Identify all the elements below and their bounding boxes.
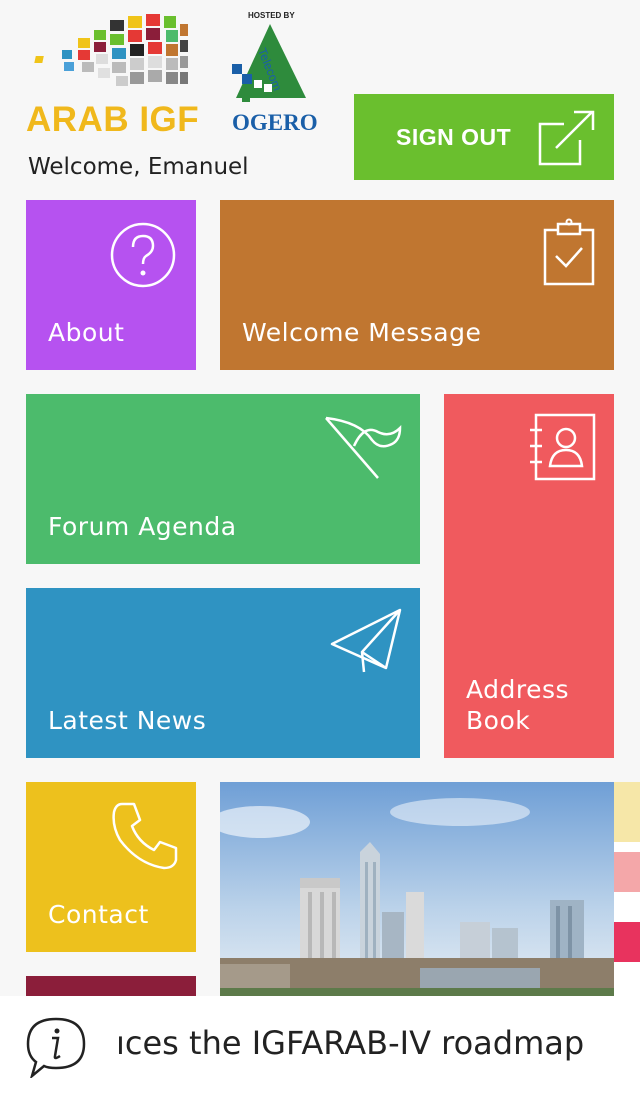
contact-tile[interactable]: Contact (26, 782, 196, 952)
ogero-logo: HOSTED BY Telecom OGERO (228, 8, 320, 138)
news-ticker[interactable]: ıces the IGFARAB-IV roadmap (0, 996, 640, 1096)
city-skyline-photo-tile[interactable] (220, 782, 614, 996)
sign-out-button[interactable]: SIGN OUT (354, 94, 614, 180)
clipboard-check-icon (543, 218, 595, 286)
phone-icon (112, 802, 178, 870)
sign-out-label: SIGN OUT (396, 124, 512, 150)
about-tile[interactable]: About (26, 200, 196, 370)
contact-card-icon (530, 413, 596, 481)
arab-igf-logo-text: ARAB IGF (26, 100, 200, 139)
address-book-tile[interactable]: Address Book (444, 394, 614, 758)
welcome-message-label: Welcome Message (242, 318, 482, 347)
address-book-label: Address Book (466, 674, 569, 736)
extra-tile-peek[interactable] (26, 976, 196, 996)
welcome-text: Welcome, Emanuel (28, 154, 249, 180)
ticker-text: ıces the IGFARAB-IV roadmap (116, 1024, 585, 1062)
latest-news-tile[interactable]: Latest News (26, 588, 420, 758)
question-mark-icon (110, 222, 176, 288)
arab-igf-logo: ARAB IGF (26, 8, 216, 140)
forum-agenda-tile[interactable]: Forum Agenda (26, 394, 420, 564)
about-label: About (48, 318, 125, 347)
contact-label: Contact (48, 900, 149, 929)
next-tile-peek (614, 782, 640, 996)
flag-icon (325, 416, 402, 479)
address-book-label-line1: Address (466, 675, 570, 704)
city-skyline-image (220, 782, 614, 996)
info-speech-bubble-icon (26, 1017, 86, 1078)
forum-agenda-label: Forum Agenda (48, 512, 237, 541)
hosted-by-label: HOSTED BY (248, 11, 295, 20)
latest-news-label: Latest News (48, 706, 207, 735)
external-link-icon (538, 110, 595, 166)
paper-plane-icon (330, 608, 402, 673)
welcome-message-tile[interactable]: Welcome Message (220, 200, 614, 370)
address-book-label-line2: Book (466, 706, 531, 735)
ogero-label: OGERO (232, 110, 318, 135)
